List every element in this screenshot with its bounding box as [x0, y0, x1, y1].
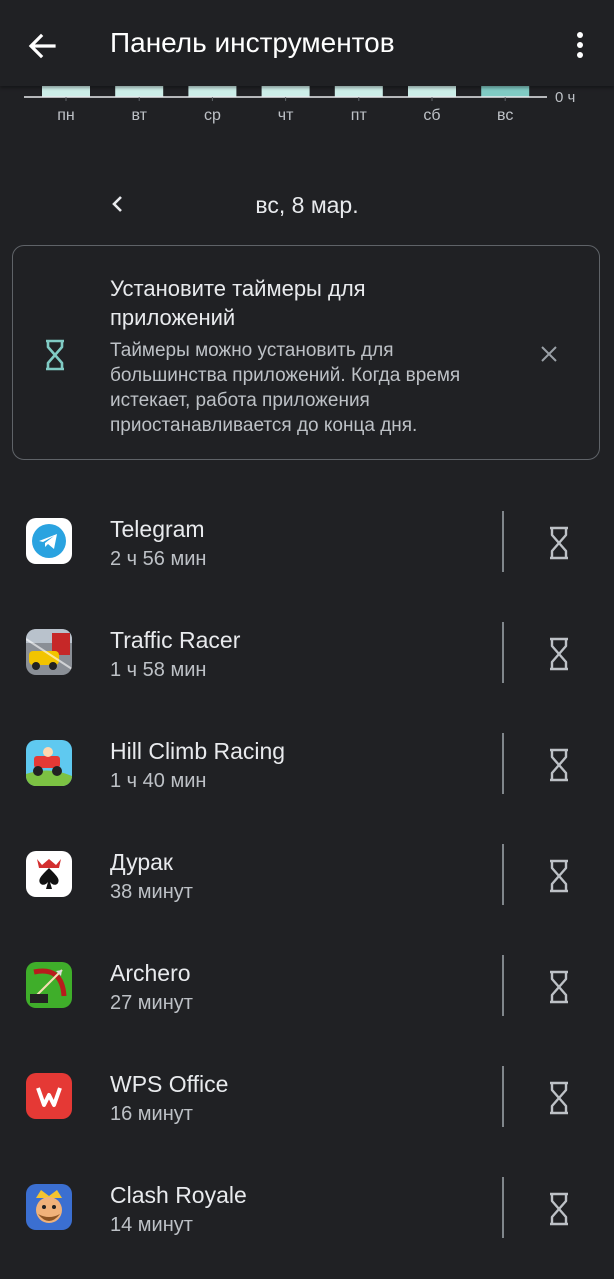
- durak-icon: [26, 851, 72, 897]
- clash-royale-icon: [26, 1184, 72, 1230]
- page-title: Панель инструментов: [110, 27, 395, 58]
- app-name: Telegram: [110, 516, 205, 542]
- app-usage-time: 14 минут: [110, 1214, 193, 1236]
- list-item[interactable]: Traffic Racer 1 ч 58 мин: [0, 598, 614, 709]
- hourglass-icon[interactable]: [541, 747, 577, 783]
- hill-climb-racing-icon: [26, 740, 72, 786]
- list-item[interactable]: Clash Royale 14 минут: [0, 1153, 614, 1264]
- x-tick-label: ср: [204, 107, 221, 124]
- app-bar: Панель инструментов: [0, 0, 614, 86]
- traffic-racer-icon: [26, 629, 72, 675]
- close-icon[interactable]: [535, 340, 563, 368]
- wps-office-icon: [26, 1073, 72, 1119]
- hourglass-icon[interactable]: [541, 1191, 577, 1227]
- x-tick-label: вс: [497, 107, 513, 124]
- archero-icon: [26, 962, 72, 1008]
- telegram-icon: [26, 518, 72, 564]
- arrow-back-icon[interactable]: [24, 28, 60, 64]
- hourglass-icon[interactable]: [541, 525, 577, 561]
- card-title: Установите таймеры для приложений: [110, 276, 366, 330]
- app-usage-time: 1 ч 40 мин: [110, 770, 207, 792]
- hourglass-icon[interactable]: [541, 636, 577, 672]
- row-divider: [502, 1066, 504, 1127]
- weekly-usage-chart: 0 ч пн вт ср чт пт сб вс: [0, 86, 614, 136]
- more-vert-icon[interactable]: [564, 28, 596, 64]
- app-name: Archero: [110, 960, 191, 986]
- chart-bar-0[interactable]: [42, 86, 90, 97]
- app-name: Traffic Racer: [110, 627, 241, 653]
- app-name: Дурак: [110, 849, 173, 875]
- row-divider: [502, 511, 504, 572]
- row-divider: [502, 955, 504, 1016]
- chart-bar-2[interactable]: [188, 86, 237, 97]
- x-tick-label: пт: [351, 107, 368, 124]
- chart-bar-5[interactable]: [408, 86, 456, 97]
- list-item[interactable]: Archero 27 минут: [0, 931, 614, 1042]
- app-name: Clash Royale: [110, 1182, 247, 1208]
- date-navigation: вс, 8 мар.: [0, 180, 614, 230]
- usage-bar-chart: 0 ч пн вт ср чт пт сб вс: [24, 86, 575, 124]
- hourglass-icon: [41, 338, 69, 372]
- x-tick-label: пн: [57, 107, 75, 124]
- card-body: Таймеры можно установить для большинства…: [110, 340, 461, 436]
- list-item[interactable]: WPS Office 16 минут: [0, 1042, 614, 1153]
- row-divider: [502, 733, 504, 794]
- list-item[interactable]: Hill Climb Racing 1 ч 40 мин: [0, 709, 614, 820]
- list-item[interactable]: Дурак 38 минут: [0, 820, 614, 931]
- hourglass-icon[interactable]: [541, 1080, 577, 1116]
- chart-bar-4[interactable]: [334, 86, 383, 97]
- app-name: Hill Climb Racing: [110, 738, 286, 764]
- y-tick-label: 0 ч: [555, 89, 575, 106]
- x-tick-label: чт: [278, 107, 294, 124]
- app-usage-time: 27 минут: [110, 992, 193, 1014]
- row-divider: [502, 844, 504, 905]
- timer-suggestion-card[interactable]: Установите таймеры для приложений Таймер…: [12, 245, 600, 460]
- app-usage-time: 2 ч 56 мин: [110, 548, 207, 570]
- chart-bar-3[interactable]: [261, 86, 310, 97]
- x-tick-label: вт: [131, 107, 147, 124]
- hourglass-icon[interactable]: [541, 969, 577, 1005]
- list-item[interactable]: Telegram 2 ч 56 мин: [0, 487, 614, 598]
- chart-bar-6[interactable]: [481, 86, 530, 97]
- app-usage-time: 38 минут: [110, 881, 193, 903]
- selected-date: вс, 8 мар.: [255, 192, 359, 218]
- x-tick-label: сб: [423, 107, 440, 124]
- app-usage-time: 1 ч 58 мин: [110, 659, 207, 681]
- row-divider: [502, 1177, 504, 1238]
- app-usage-time: 16 минут: [110, 1103, 193, 1125]
- chart-bar-1[interactable]: [115, 86, 164, 97]
- app-name: WPS Office: [110, 1071, 229, 1097]
- row-divider: [502, 622, 504, 683]
- hourglass-icon[interactable]: [541, 858, 577, 894]
